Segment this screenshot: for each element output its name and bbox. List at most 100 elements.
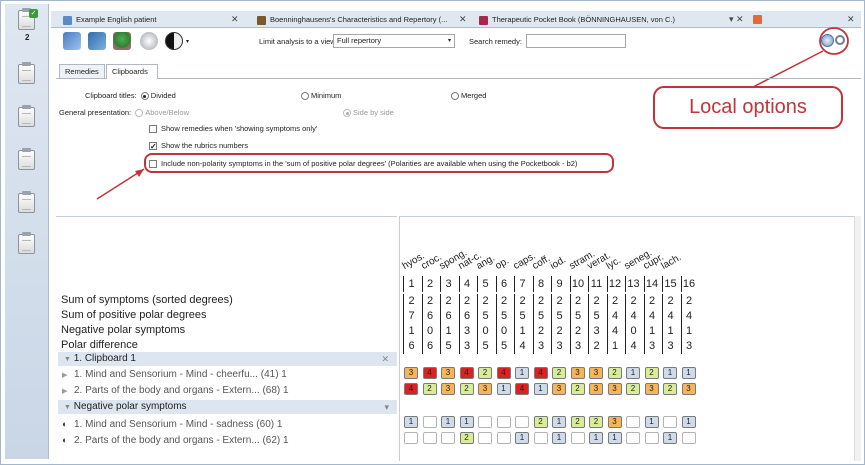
grade-cell[interactable]: 2: [552, 367, 566, 379]
grade-cell[interactable]: 4: [422, 367, 437, 379]
grade-cell[interactable]: [644, 432, 659, 444]
grade-cell[interactable]: [422, 416, 437, 428]
grade-cell[interactable]: 3: [552, 383, 566, 395]
window-close-icon[interactable]: ✕: [847, 11, 855, 28]
grade-cell[interactable]: [478, 416, 492, 428]
grade-cell[interactable]: 3: [404, 367, 418, 379]
clipboard-icon-2[interactable]: [18, 62, 35, 84]
grade-cell[interactable]: 4: [515, 383, 529, 395]
globe-icon[interactable]: [140, 32, 158, 50]
grade-cell[interactable]: [626, 416, 640, 428]
grade-cell[interactable]: 2: [570, 416, 585, 428]
grade-cell[interactable]: 1: [681, 367, 696, 379]
grade-cell[interactable]: [533, 432, 548, 444]
grade-cell[interactable]: 1: [515, 432, 529, 444]
grade-cell[interactable]: 3: [607, 416, 622, 428]
grade-cell[interactable]: 3: [441, 367, 455, 379]
grade-cell[interactable]: [515, 416, 529, 428]
repertory-icon[interactable]: [63, 32, 81, 50]
grade-cell[interactable]: 2: [533, 416, 548, 428]
divided-radio[interactable]: [140, 92, 149, 101]
tab-pocket-book[interactable]: Therapeutic Pocket Book (BÖNNINGHAUSEN, …: [479, 11, 727, 28]
collapse-icon[interactable]: ▼: [64, 404, 71, 411]
grade-cell[interactable]: [681, 432, 696, 444]
clipboard-icon-5[interactable]: [18, 191, 35, 213]
remedy-abbreviation[interactable]: op.: [493, 256, 511, 272]
tree-icon[interactable]: [113, 32, 131, 50]
show-rubrics-checkbox[interactable]: ✓: [149, 142, 157, 151]
close-icon[interactable]: ✕: [231, 11, 239, 28]
close-icon[interactable]: ▾ ✕: [729, 11, 744, 28]
grade-cell[interactable]: 2: [663, 383, 677, 395]
grade-cell[interactable]: [496, 432, 511, 444]
grade-cell[interactable]: 2: [478, 367, 492, 379]
tab-patient[interactable]: Example English patient: [63, 11, 213, 28]
grade-cell[interactable]: 1: [404, 416, 418, 428]
close-icon[interactable]: ✕: [459, 11, 467, 28]
grade-cell[interactable]: [496, 416, 511, 428]
expand-icon[interactable]: ▶: [62, 385, 74, 398]
collapse-icon[interactable]: ▼: [64, 356, 71, 363]
view-filter-select[interactable]: Full repertory ▾: [333, 34, 455, 48]
tab-clipboards[interactable]: Clipboards: [106, 64, 158, 79]
grade-cell[interactable]: 4: [533, 367, 548, 379]
above-below-radio[interactable]: [135, 109, 144, 118]
grade-cell[interactable]: 1: [496, 383, 511, 395]
clipboard-group-header[interactable]: ▼ 1. Clipboard 1 ✕: [58, 352, 397, 366]
local-options-icon[interactable]: [821, 34, 834, 47]
grade-cell[interactable]: [404, 432, 418, 444]
grade-cell[interactable]: 1: [663, 432, 677, 444]
grade-cell[interactable]: 1: [552, 416, 566, 428]
remedy-abbreviation[interactable]: iod.: [549, 254, 568, 272]
new-tab-icon[interactable]: [753, 15, 762, 24]
grade-cell[interactable]: 2: [570, 383, 585, 395]
minimum-radio[interactable]: [301, 92, 309, 101]
grade-cell[interactable]: [663, 416, 677, 428]
tab-remedies[interactable]: Remedies: [59, 64, 105, 79]
grade-cell[interactable]: 3: [589, 367, 603, 379]
grade-cell[interactable]: 1: [626, 367, 640, 379]
remedy-abbreviation[interactable]: lach.: [660, 252, 684, 272]
grade-cell[interactable]: 1: [644, 416, 659, 428]
grade-cell[interactable]: 3: [441, 383, 455, 395]
grade-cell[interactable]: 1: [459, 416, 474, 428]
grid-scrollbar[interactable]: [854, 216, 861, 461]
grade-cell[interactable]: 4: [496, 367, 511, 379]
grade-cell[interactable]: [422, 432, 437, 444]
grade-cell[interactable]: 4: [459, 367, 474, 379]
grade-cell[interactable]: 1: [589, 432, 603, 444]
grade-cell[interactable]: [478, 432, 492, 444]
grade-cell[interactable]: 1: [681, 416, 696, 428]
search-remedy-input[interactable]: [526, 34, 626, 48]
tab-characteristics[interactable]: Boenninghausens's Characteristics and Re…: [257, 11, 447, 28]
grade-cell[interactable]: 1: [441, 416, 455, 428]
negative-group-header[interactable]: ▼ Negative polar symptoms ▾: [58, 400, 397, 414]
grade-cell[interactable]: 1: [552, 432, 566, 444]
grade-cell[interactable]: 2: [589, 416, 603, 428]
grade-cell[interactable]: 1: [515, 367, 529, 379]
symptom-row[interactable]: ◐ 2. Parts of the body and organs - Exter…: [62, 433, 397, 447]
close-icon[interactable]: ✕: [381, 352, 389, 366]
grade-cell[interactable]: 3: [478, 383, 492, 395]
grade-cell[interactable]: 3: [607, 383, 622, 395]
side-by-side-radio[interactable]: [343, 109, 351, 118]
grade-cell[interactable]: 2: [459, 432, 474, 444]
grade-cell[interactable]: [570, 432, 585, 444]
symptom-row[interactable]: ◐ 1. Mind and Sensorium - Mind - sadness …: [62, 417, 397, 431]
expand-icon[interactable]: ▶: [62, 369, 74, 382]
chevron-down-icon[interactable]: ▾: [186, 38, 189, 45]
grade-cell[interactable]: 2: [626, 383, 640, 395]
grade-cell[interactable]: 1: [607, 432, 622, 444]
symptom-row[interactable]: ▶ 2. Parts of the body and organs - Exter…: [62, 384, 397, 398]
grade-cell[interactable]: 3: [570, 367, 585, 379]
analysis-icon[interactable]: [88, 32, 106, 50]
grade-cell[interactable]: 2: [644, 367, 659, 379]
symptom-row[interactable]: ▶ 1. Mind and Sensorium - Mind - cheerfu.…: [62, 368, 397, 382]
merged-radio[interactable]: [451, 92, 459, 101]
grade-cell[interactable]: 3: [681, 383, 696, 395]
grade-cell[interactable]: 1: [663, 367, 677, 379]
grade-cell[interactable]: [626, 432, 640, 444]
clipboard-icon-3[interactable]: [18, 105, 35, 127]
show-remedies-checkbox[interactable]: [149, 125, 157, 134]
clipboard-icon-6[interactable]: [18, 232, 35, 254]
